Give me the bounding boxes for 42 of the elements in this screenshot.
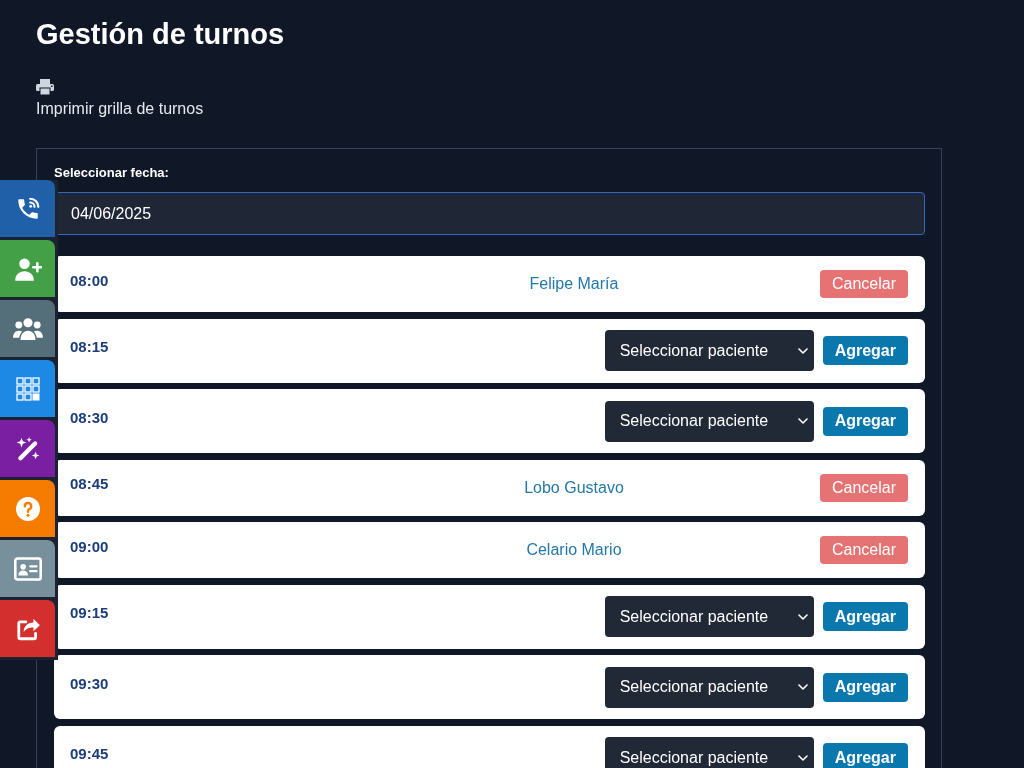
- users-icon: [12, 317, 43, 340]
- slot-time: 08:30: [70, 408, 109, 426]
- patient-select[interactable]: Seleccionar paciente: [604, 330, 814, 371]
- add-button[interactable]: Agregar: [822, 336, 908, 365]
- chevron-down-icon: [797, 684, 808, 690]
- side-menu-button[interactable]: [0, 420, 55, 477]
- date-label: Seleccionar fecha:: [54, 165, 170, 181]
- add-button[interactable]: Agregar: [822, 743, 908, 768]
- patient-select[interactable]: Seleccionar paciente: [604, 400, 814, 442]
- patient-name: Celario Mario: [526, 541, 622, 559]
- side-menu-button[interactable]: [0, 180, 55, 237]
- patient-select[interactable]: Seleccionar paciente: [604, 596, 814, 637]
- help-icon: [15, 496, 40, 521]
- side-menu-button[interactable]: [0, 600, 55, 657]
- patient-select[interactable]: Seleccionar paciente: [604, 666, 814, 708]
- chevron-down-icon: [797, 418, 808, 424]
- patient-name: Lobo Gustavo: [524, 478, 624, 497]
- page-title: Gestión de turnos: [36, 17, 286, 52]
- slot-time: 09:30: [70, 674, 109, 692]
- slot-time: 08:45: [70, 475, 109, 492]
- add-button[interactable]: Agregar: [822, 602, 908, 631]
- chevron-down-icon: [797, 754, 808, 761]
- print-link[interactable]: Imprimir grilla de turnos: [36, 79, 204, 118]
- slot-time: 09:00: [70, 537, 109, 555]
- cancel-button[interactable]: Cancelar: [819, 473, 908, 502]
- add-button[interactable]: Agregar: [822, 672, 908, 702]
- add-button[interactable]: Agregar: [822, 406, 908, 436]
- cancel-button[interactable]: Cancelar: [819, 270, 908, 298]
- slot-time: 09:45: [70, 745, 109, 762]
- id-card-icon: [13, 556, 42, 581]
- patient-select[interactable]: Seleccionar paciente: [604, 737, 814, 768]
- chevron-down-icon: [797, 347, 808, 354]
- cancel-button[interactable]: Cancelar: [819, 536, 908, 564]
- magic-wand-icon: [14, 435, 41, 462]
- slot-time: 08:15: [70, 338, 109, 355]
- slot-time: 08:00: [70, 271, 109, 289]
- patient-name: Felipe María: [529, 275, 619, 293]
- chevron-down-icon: [797, 613, 808, 620]
- slot-time: 09:15: [70, 604, 109, 621]
- printer-icon: [36, 79, 54, 95]
- side-menu-button[interactable]: [0, 300, 55, 357]
- grid-icon: [15, 376, 40, 401]
